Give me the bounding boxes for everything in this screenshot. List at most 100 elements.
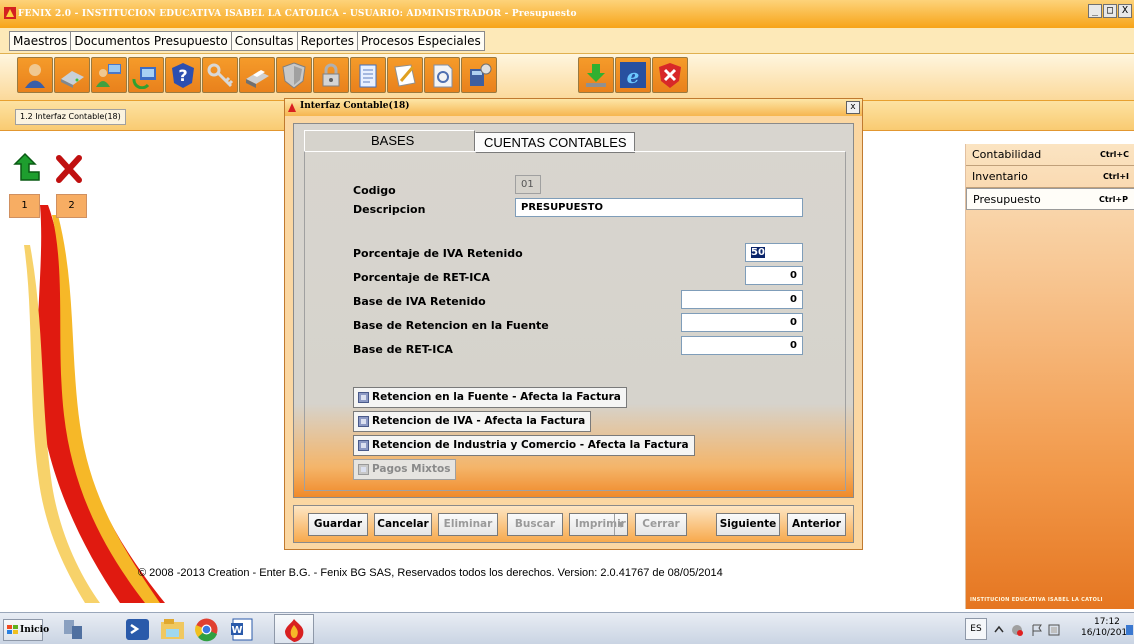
menu-documentos-presupuesto[interactable]: Documentos Presupuesto [71, 32, 232, 50]
notepad-icon [359, 64, 377, 88]
start-label: Inicio [20, 625, 50, 635]
eliminar-button[interactable]: Eliminar [438, 513, 498, 536]
toolbar-drive-button[interactable] [54, 57, 90, 93]
powershell-icon[interactable] [124, 616, 151, 643]
retencion-iva-checkbox[interactable]: Retencion de IVA - Afecta la Factura [353, 411, 592, 432]
close-window-button[interactable]: X [1118, 4, 1132, 18]
toolbar-user-button[interactable] [17, 57, 53, 93]
toolbar-network-button[interactable] [91, 57, 127, 93]
retencion-industria-checkbox[interactable]: Retencion de Industria y Comercio - Afec… [353, 435, 695, 456]
base-ica-field[interactable]: 0 [681, 336, 803, 355]
toolbar-exit-button[interactable] [652, 57, 688, 93]
menu-procesos-especiales[interactable]: Procesos Especiales [358, 32, 484, 50]
svg-text:e: e [627, 64, 640, 88]
tab-bases[interactable]: BASES [304, 130, 475, 151]
base-iva-field[interactable]: 0 [681, 290, 803, 309]
toolbar-sync-button[interactable] [128, 57, 164, 93]
toolbar-browser-button[interactable]: e [615, 57, 651, 93]
tray-icons[interactable] [993, 622, 1063, 638]
iva-retenido-field[interactable]: 50 [745, 243, 803, 262]
start-button[interactable]: Inicio [3, 619, 49, 641]
decorative-flame-ribbon [24, 205, 165, 603]
window-title: FENIX 2.0 - INSTITUCION EDUCATIVA ISABEL… [18, 9, 577, 19]
checkbox-icon [358, 464, 369, 475]
network-taskbar-icon[interactable] [60, 616, 87, 643]
codigo-field[interactable]: 01 [515, 175, 541, 194]
green-arrow-icon [13, 152, 40, 181]
dropdown-arrow-icon[interactable]: ▼ [614, 514, 627, 535]
toolbar-report-button[interactable] [424, 57, 460, 93]
toolbar-keys-button[interactable] [202, 57, 238, 93]
toolbar-calculator-button[interactable] [461, 57, 497, 93]
toolbar-lock-button[interactable] [313, 57, 349, 93]
minimize-button[interactable]: _ [1088, 4, 1102, 18]
checkbox-label: Pagos Mixtos [372, 463, 451, 475]
back-button[interactable] [9, 148, 49, 188]
toolbar-notepad-button[interactable] [350, 57, 386, 93]
chrome-icon[interactable] [193, 616, 220, 643]
main-toolbar: ? e [0, 54, 1134, 101]
guardar-button[interactable]: Guardar [308, 513, 368, 536]
windows-taskbar: Inicio W ES 17:12 16/10/2014 [0, 612, 1134, 644]
bases-tab-content: Codigo 01 Descripcion PRESUPUESTO Porcen… [304, 151, 846, 491]
toolbar-help-button[interactable]: ? [165, 57, 201, 93]
module-shortcut: Ctrl+P [1099, 194, 1128, 204]
toolbar-print-button[interactable] [239, 57, 275, 93]
word-icon[interactable]: W [229, 616, 256, 643]
checkbox-icon [358, 416, 369, 427]
codigo-label: Codigo [353, 184, 396, 197]
menu-consultas[interactable]: Consultas [232, 32, 298, 50]
language-indicator[interactable]: ES [965, 618, 987, 640]
checkbox-icon [358, 440, 369, 451]
calculator-icon [470, 63, 492, 86]
checkbox-label: Retencion de IVA - Afecta la Factura [372, 415, 586, 427]
show-desktop-button[interactable] [1126, 625, 1133, 635]
ret-ica-field[interactable]: 0 [745, 266, 803, 285]
iva-retenido-label: Porcentaje de IVA Retenido [353, 247, 523, 260]
toolbar-shield-button[interactable] [276, 57, 312, 93]
siguiente-button[interactable]: Siguiente [716, 513, 780, 536]
buscar-button[interactable]: Buscar [507, 513, 563, 536]
anterior-button[interactable]: Anterior [787, 513, 846, 536]
menu-reportes[interactable]: Reportes [298, 32, 358, 50]
exit-icon [659, 63, 681, 88]
dialog-titlebar: Interfaz Contable(18) x [285, 99, 862, 116]
form-panel: BASES CUENTAS CONTABLES Codigo 01 Descri… [293, 123, 854, 498]
module-inventario[interactable]: Inventario Ctrl+I [966, 166, 1134, 188]
imprimir-button[interactable]: Imprimir ▼ [569, 513, 628, 536]
lock-icon [322, 63, 340, 87]
descripcion-field[interactable]: PRESUPUESTO [515, 198, 803, 217]
fenix-phoenix-icon [285, 619, 304, 642]
sync-icon [132, 67, 156, 89]
edit-document-icon [394, 64, 416, 87]
help-icon: ? [172, 63, 194, 88]
file-explorer-icon[interactable] [159, 616, 186, 643]
window-titlebar: FENIX 2.0 - INSTITUCION EDUCATIVA ISABEL… [0, 0, 1134, 28]
internet-explorer-icon: e [620, 62, 646, 88]
base-ica-label: Base de RET-ICA [353, 343, 453, 356]
document-tab-interfaz-contable[interactable]: 1.2 Interfaz Contable(18) [15, 109, 126, 125]
base-fuente-field[interactable]: 0 [681, 313, 803, 332]
red-x-icon [56, 155, 82, 183]
cancelar-button[interactable]: Cancelar [374, 513, 432, 536]
user-icon [25, 64, 45, 88]
toolbar-download-button[interactable] [578, 57, 614, 93]
cerrar-button[interactable]: Cerrar [635, 513, 687, 536]
shortcut-1[interactable]: 1 [9, 194, 40, 218]
module-presupuesto[interactable]: Presupuesto Ctrl+P [966, 188, 1134, 210]
maximize-button[interactable]: □ [1103, 4, 1117, 18]
shortcut-2[interactable]: 2 [56, 194, 87, 218]
module-contabilidad[interactable]: Contabilidad Ctrl+C [966, 144, 1134, 166]
menu-maestros[interactable]: Maestros [10, 32, 72, 50]
fenix-taskbar-button[interactable] [274, 614, 314, 644]
left-action-panel: 1 2 [9, 148, 91, 220]
retencion-fuente-checkbox[interactable]: Retencion en la Fuente - Afecta la Factu… [353, 387, 627, 408]
toolbar-edit-doc-button[interactable] [387, 57, 423, 93]
iva-retenido-value: 50 [751, 247, 765, 258]
dialog-close-button[interactable]: x [846, 101, 860, 114]
pagos-mixtos-checkbox[interactable]: Pagos Mixtos [353, 459, 457, 480]
delete-button[interactable] [49, 148, 89, 188]
module-panel: Contabilidad Ctrl+C Inventario Ctrl+I Pr… [965, 144, 1134, 609]
dialog-button-bar: Guardar Cancelar Eliminar Buscar Imprimi… [293, 505, 854, 543]
tab-cuentas-contables[interactable]: CUENTAS CONTABLES [475, 132, 635, 153]
